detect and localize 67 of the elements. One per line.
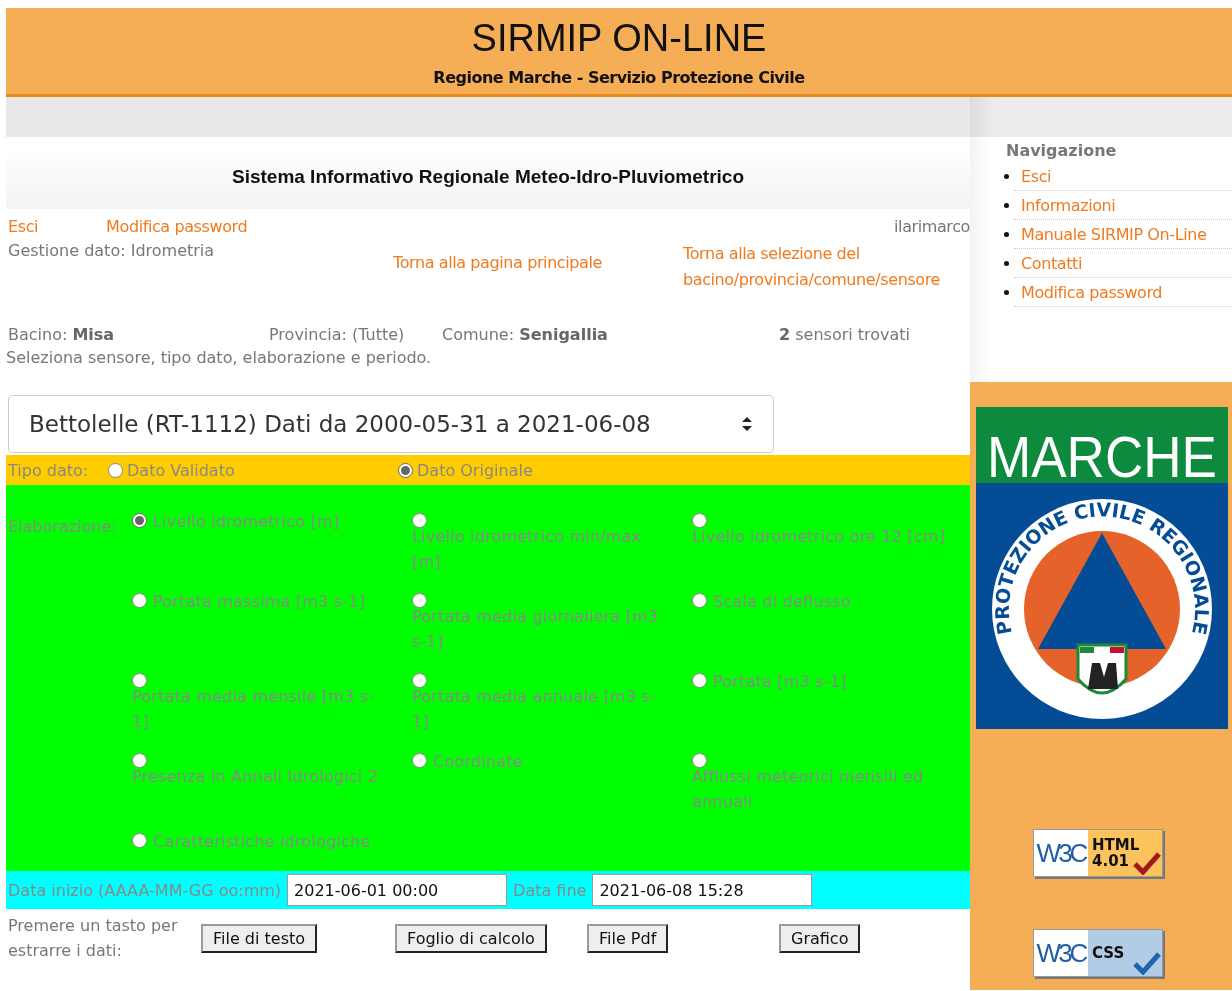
radio-button[interactable]: [132, 753, 147, 768]
site-title: SIRMIP ON-LINE: [471, 16, 767, 60]
radio-button[interactable]: [692, 593, 707, 608]
option-label: Caratteristiche idrologiche: [153, 831, 371, 853]
export-button[interactable]: File Pdf: [587, 923, 669, 953]
checkmark-icon: [1133, 951, 1161, 975]
date-field[interactable]: 2021-06-08 15:28: [592, 874, 813, 906]
radio-button[interactable]: [412, 673, 427, 688]
badge-version: 4.01: [1092, 853, 1130, 869]
radio-button[interactable]: [132, 593, 147, 608]
radio-button[interactable]: [132, 673, 147, 688]
prompt-text: Premere un tasto per estrarre i dati:: [7, 915, 179, 962]
radio-button[interactable]: [412, 593, 427, 608]
sensor-select[interactable]: Bettolelle (RT-1112) Dati da 2000-05-31 a 2021-06-08: [8, 395, 774, 453]
filter-text: Bacino: Misa: [8, 325, 116, 344]
export-button[interactable]: File di testo: [201, 923, 318, 953]
system-title: Sistema Informativo Regionale Meteo-Idro-Pluviometrico: [231, 166, 744, 188]
option-label: Livello idrometrico ore 12 [cm]: [692, 526, 945, 548]
badge-label: CSS: [1092, 945, 1125, 961]
option-label: Afflussi meteorici mensili ed annuali: [692, 766, 925, 813]
radio-button[interactable]: [132, 833, 147, 848]
field-label: Elaborazione:: [8, 517, 118, 538]
option-label: Portata media mensile [m3 s-1]: [132, 686, 376, 733]
export-button[interactable]: Grafico: [779, 923, 861, 953]
nav-heading: Navigazione: [1006, 141, 1118, 160]
radio-button[interactable]: [412, 513, 427, 528]
option-label: Portata [m3 s-1]: [713, 671, 847, 693]
validation-badge[interactable]: W3C CSS: [1033, 929, 1163, 977]
radio-button[interactable]: [692, 513, 707, 528]
option-label: Portata massima [m3 s-1]: [153, 591, 366, 613]
option-label: Dato Validato: [127, 460, 235, 480]
bullet-icon: [1004, 260, 1009, 266]
option-label: Portata media annuale [m3 s-1]: [412, 686, 657, 733]
bullet-icon: [1004, 289, 1009, 295]
site-subtitle: Regione Marche - Servizio Protezione Civile: [433, 68, 805, 87]
option-label: Livello idrometrico [m]: [153, 511, 340, 533]
filter-text: Comune: Senigallia: [442, 325, 609, 344]
option-label: Dato Originale: [417, 460, 533, 480]
option-label: Coordinate: [433, 751, 523, 773]
option-label: Livello idrometrico min/max [m]: [412, 526, 643, 573]
radio-button[interactable]: [398, 462, 413, 478]
bullet-icon: [1004, 202, 1009, 208]
option-label: Scala di deflusso: [713, 591, 851, 613]
username: ilarimarco: [894, 216, 970, 236]
date-field[interactable]: 2021-06-01 00:00: [287, 874, 508, 906]
filter-text: 2 sensori trovati: [779, 325, 912, 344]
radio-button[interactable]: [692, 673, 707, 688]
badge-mark: W3C: [1034, 930, 1088, 976]
bullet-icon: [1004, 173, 1009, 179]
management-label: Gestione dato: Idrometria: [8, 241, 215, 260]
radio-button[interactable]: [692, 753, 707, 768]
field-label: Tipo dato:: [8, 460, 90, 480]
radio-button[interactable]: [108, 462, 123, 478]
bullet-icon: [1004, 231, 1009, 237]
badge-mark: W3C: [1034, 830, 1088, 876]
checkmark-icon: [1133, 851, 1161, 875]
filter-text: Provincia: (Tutte): [269, 325, 406, 344]
field-label: Data fine: [513, 880, 587, 900]
radio-button[interactable]: [412, 753, 427, 768]
radio-button[interactable]: [132, 513, 147, 528]
badge-label: HTML: [1092, 837, 1140, 853]
export-button[interactable]: Foglio di calcolo: [395, 923, 547, 953]
field-label: Data inizio (AAAA-MM-GG oo:mm): [8, 880, 282, 900]
instruction-text: Seleziona sensore, tipo dato, elaborazione e periodo.: [6, 348, 433, 367]
updown-arrows-icon: [741, 416, 753, 432]
option-label: Presenza in Annali Idrologici 2: [132, 766, 379, 788]
option-label: Portata media giornaliera [m3 s-1]: [412, 606, 660, 653]
